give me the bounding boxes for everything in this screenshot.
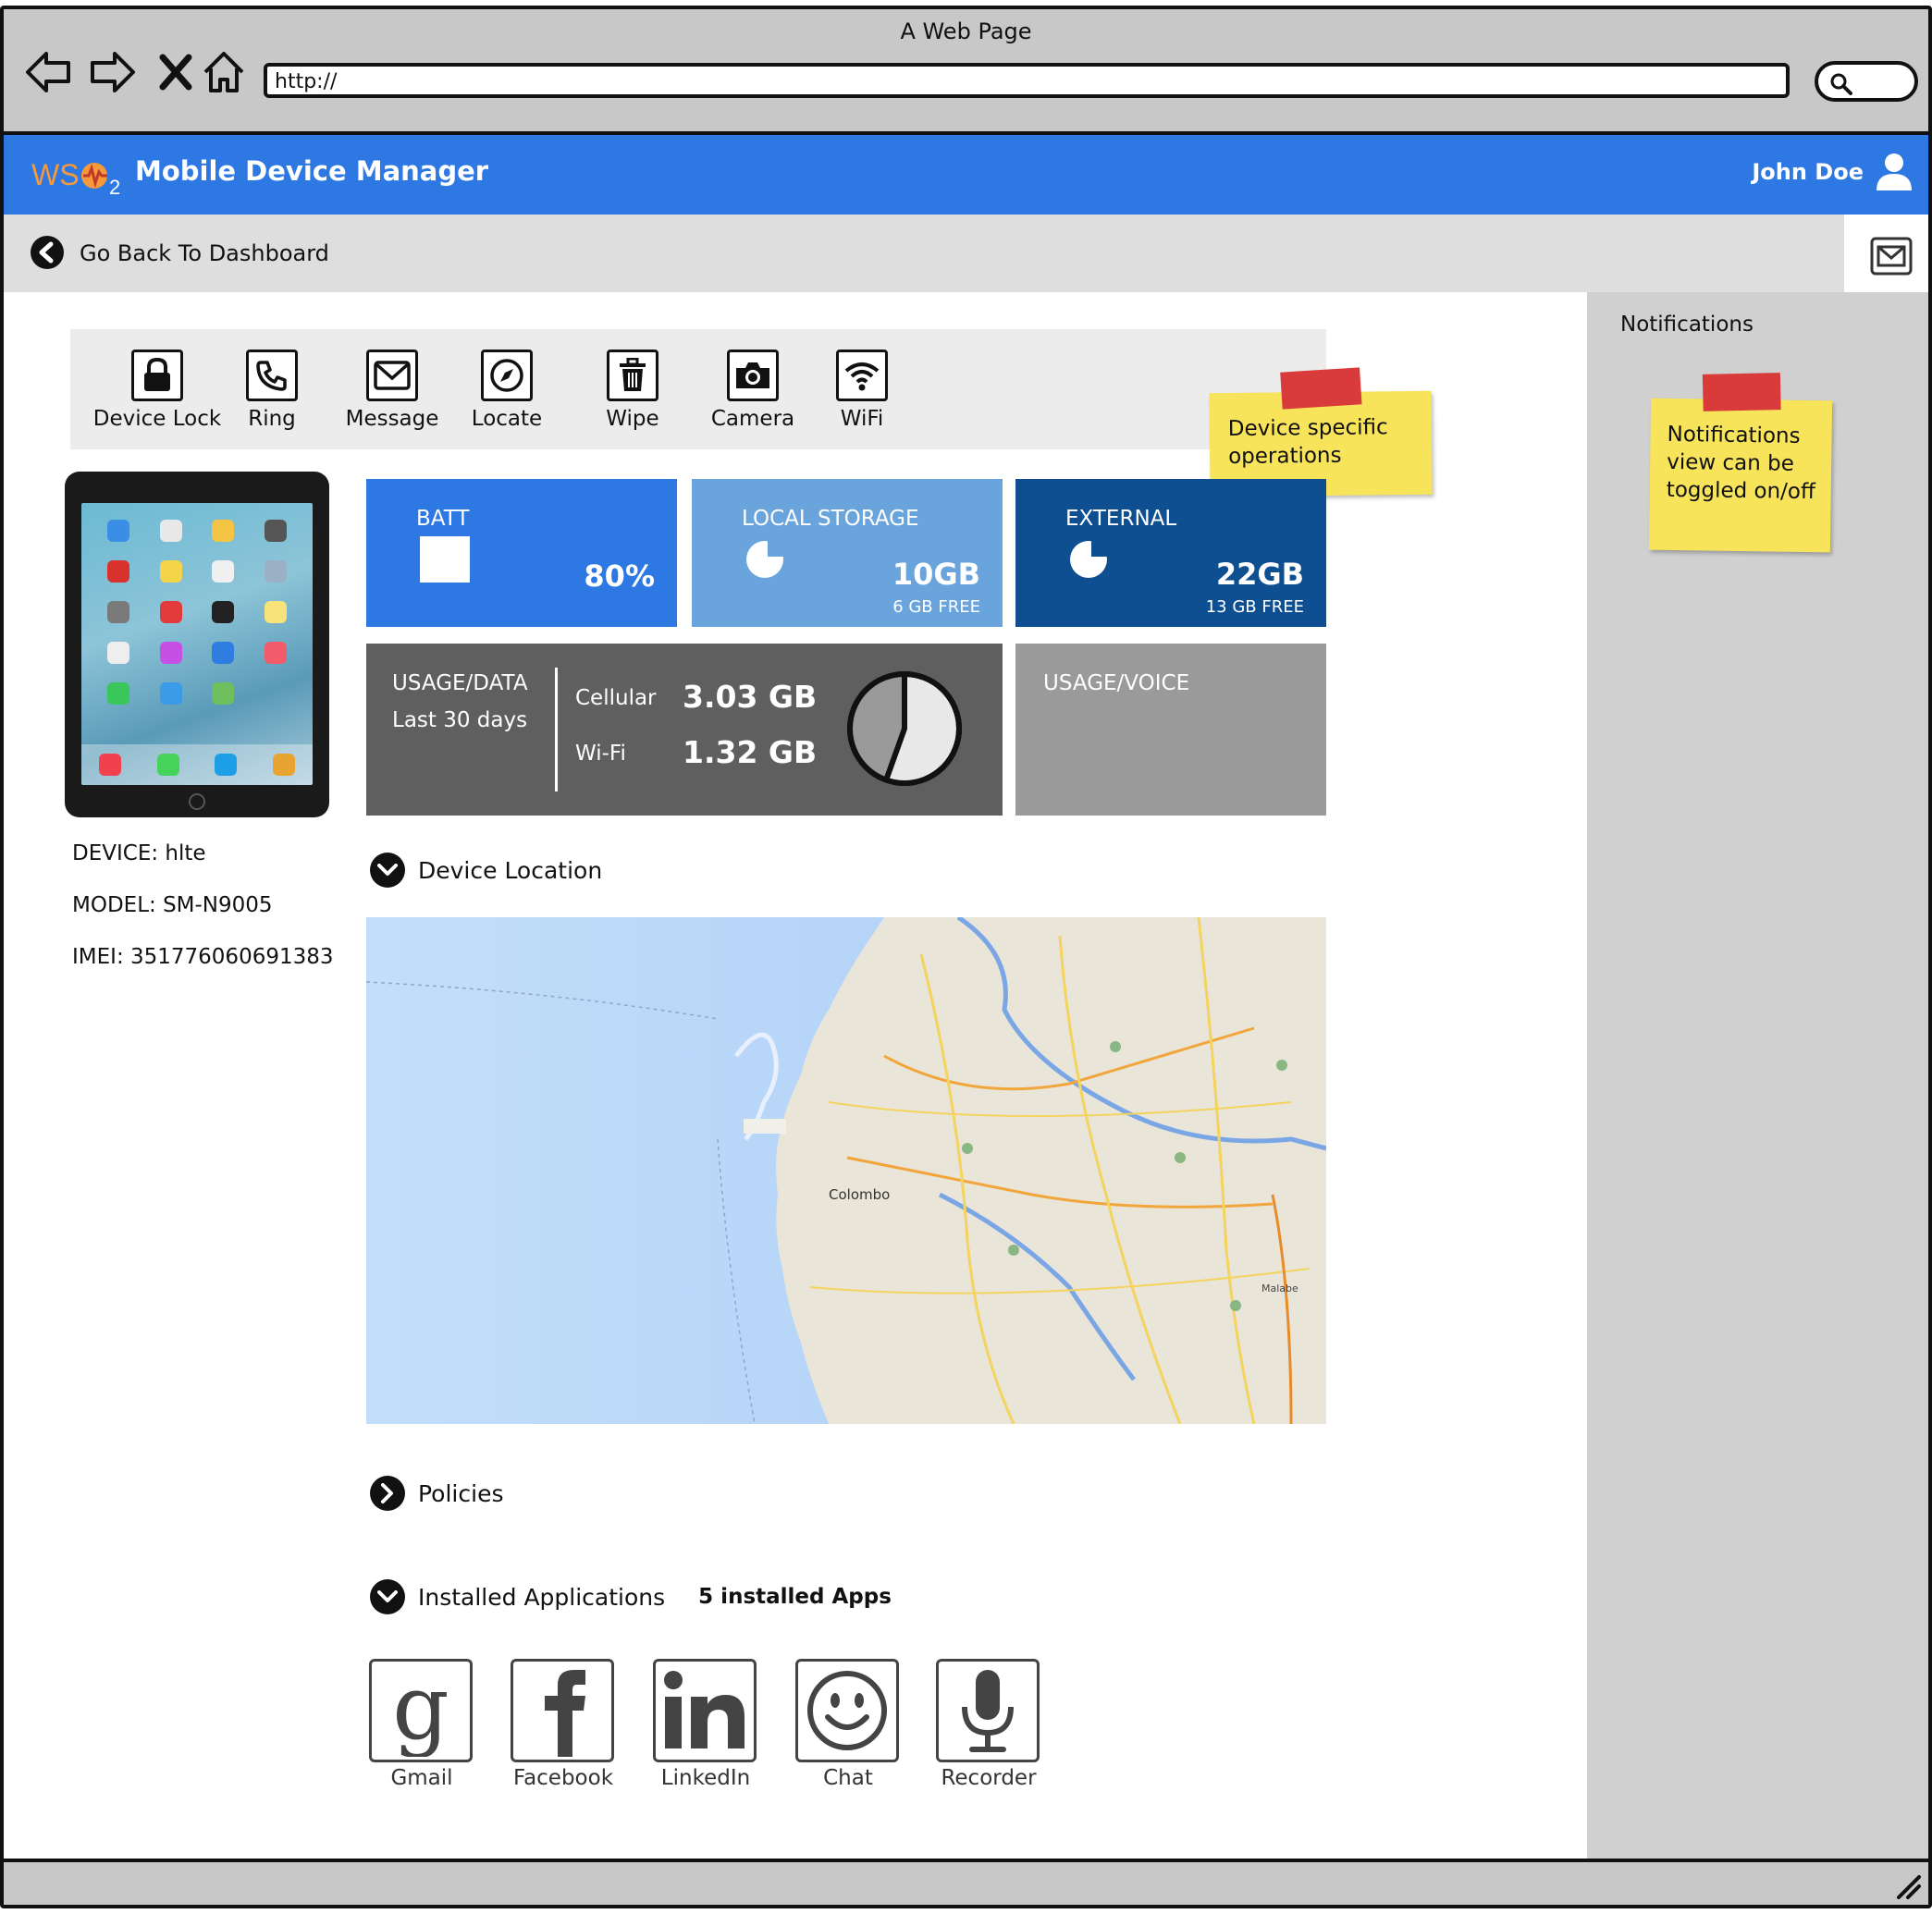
op-device-lock[interactable]: Device Lock (91, 350, 224, 431)
envelope-icon (366, 350, 418, 401)
battery-value: 80% (584, 558, 655, 594)
app-facebook[interactable]: Facebook (511, 1659, 616, 1790)
wifi-usage: 1.32 GB (683, 734, 818, 770)
resize-grip-icon[interactable] (1893, 1871, 1921, 1899)
wifi-icon (836, 350, 888, 401)
map-place-label: Malabe (1261, 1282, 1298, 1294)
notifications-title: Notifications (1620, 313, 1754, 337)
device-location-map[interactable]: Colombo Malabe (366, 917, 1326, 1424)
op-message[interactable]: Message (338, 350, 446, 431)
facebook-icon (511, 1659, 614, 1762)
app-title: Mobile Device Manager (135, 155, 489, 187)
external-storage-tile: EXTERNAL 22GB 13 GB FREE (1015, 479, 1326, 627)
user-name[interactable]: John Doe (1752, 159, 1864, 185)
wso2-logo: WS 2 (31, 153, 128, 198)
microphone-icon (936, 1659, 1040, 1762)
chevron-right-icon (370, 1476, 405, 1511)
back-arrow-icon[interactable] (24, 48, 72, 96)
usage-pie-chart (847, 671, 962, 786)
installed-apps-count: 5 installed Apps (698, 1585, 892, 1609)
chevron-left-circle-icon[interactable] (30, 235, 65, 270)
smiley-icon (795, 1659, 899, 1762)
sticky-note-notifications: Notifications view can be toggled on/off (1648, 373, 1833, 553)
local-storage-tile: LOCAL STORAGE 10GB 6 GB FREE (692, 479, 1003, 627)
app-recorder[interactable]: Recorder (936, 1659, 1041, 1790)
back-to-dashboard-link[interactable]: Go Back To Dashboard (80, 240, 329, 266)
camera-icon (727, 350, 779, 401)
svg-text:2: 2 (109, 176, 120, 198)
op-locate[interactable]: Locate (466, 350, 548, 431)
browser-chrome: A Web Page http:// (4, 9, 1928, 135)
chevron-down-icon (370, 853, 405, 888)
browser-search[interactable] (1815, 61, 1918, 102)
svg-text:WS: WS (31, 158, 80, 191)
device-name: DEVICE: hlte (72, 841, 206, 865)
google-icon: g (369, 1659, 473, 1762)
chevron-down-icon (370, 1579, 405, 1614)
pie-chart-icon (746, 538, 786, 578)
app-chat[interactable]: Chat (795, 1659, 901, 1790)
device-model: MODEL: SM-N9005 (72, 893, 273, 917)
home-icon[interactable] (200, 48, 248, 96)
notifications-toggle-icon[interactable] (1870, 237, 1913, 276)
url-input[interactable]: http:// (264, 63, 1790, 98)
breadcrumb-bar: Go Back To Dashboard (4, 215, 1844, 292)
device-location-toggle[interactable]: Device Location (370, 853, 602, 888)
pie-chart-icon (1070, 538, 1110, 578)
external-storage-value: 22GB (1215, 557, 1304, 592)
app-gmail[interactable]: g Gmail (369, 1659, 474, 1790)
app-linkedin[interactable]: LinkedIn (653, 1659, 758, 1790)
op-camera[interactable]: Camera (705, 350, 801, 431)
forward-arrow-icon[interactable] (89, 48, 137, 96)
local-storage-free: 6 GB FREE (892, 597, 980, 617)
policies-toggle[interactable]: Policies (370, 1476, 503, 1511)
window-title: A Web Page (900, 18, 1032, 44)
svg-text:g: g (392, 1664, 449, 1757)
stop-icon[interactable] (152, 48, 200, 96)
local-storage-value: 10GB (892, 557, 980, 592)
browser-window: A Web Page http:// WS 2 Mobile Device Ma… (0, 6, 1932, 1908)
search-icon (1830, 73, 1852, 95)
status-bar (4, 1859, 1928, 1905)
usage-data-tile: USAGE/DATA Last 30 days Cellular 3.03 GB… (366, 644, 1003, 816)
tape (1702, 373, 1781, 411)
user-icon[interactable] (1875, 152, 1914, 192)
battery-tile: BATT 80% (366, 479, 677, 627)
op-wifi[interactable]: WiFi (825, 350, 899, 431)
installed-apps-toggle[interactable]: Installed Applications 5 installed Apps (370, 1579, 892, 1614)
phone-icon (246, 350, 298, 401)
app-header: WS 2 Mobile Device Manager John Doe (4, 135, 1928, 215)
usage-voice-tile: USAGE/VOICE (1015, 644, 1326, 816)
op-ring[interactable]: Ring (235, 350, 309, 431)
device-imei: IMEI: 351776060691383 (72, 945, 334, 969)
battery-icon (420, 536, 470, 583)
trash-icon (607, 350, 658, 401)
operations-bar: Device Lock Ring Message Locate Wipe Cam… (70, 329, 1326, 449)
cellular-usage: 3.03 GB (683, 679, 818, 715)
map-city-label: Colombo (829, 1186, 890, 1203)
device-image (65, 472, 329, 817)
compass-icon (481, 350, 533, 401)
lock-icon (131, 350, 183, 401)
external-storage-free: 13 GB FREE (1205, 597, 1304, 617)
linkedin-icon (653, 1659, 757, 1762)
op-wipe[interactable]: Wipe (596, 350, 670, 431)
tape (1280, 367, 1362, 410)
